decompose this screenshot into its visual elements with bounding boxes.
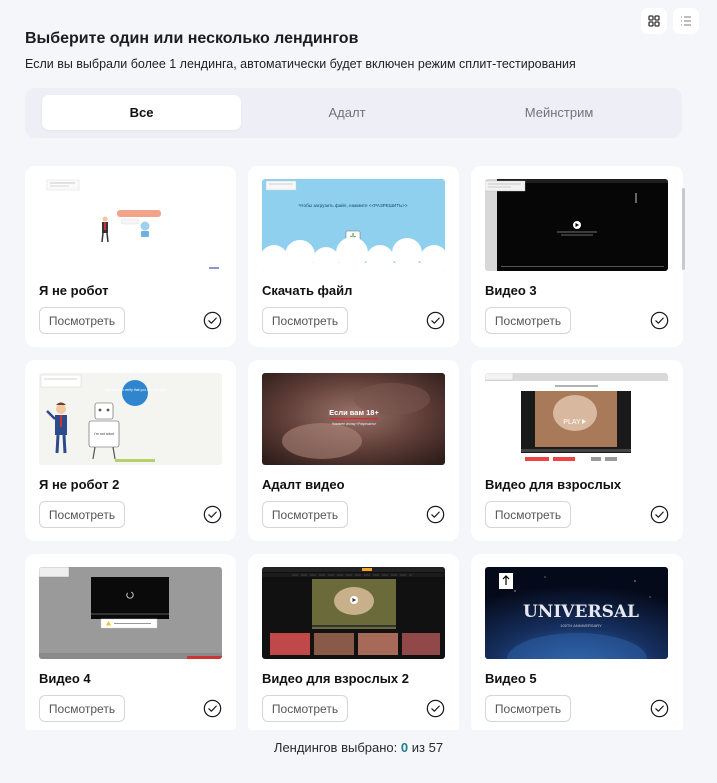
- preview-button[interactable]: Посмотреть: [39, 695, 125, 722]
- landing-name: Адалт видео: [262, 477, 345, 492]
- tab-all[interactable]: Все: [42, 95, 242, 130]
- selection-label: Лендингов выбрано:: [273, 740, 398, 755]
- total-count: 57: [428, 740, 444, 755]
- preview-button[interactable]: Посмотреть: [39, 307, 125, 334]
- landing-preview: [262, 567, 445, 659]
- svg-text:UNIVERSAL: UNIVERSAL: [523, 602, 639, 622]
- check-circle-icon[interactable]: [426, 505, 445, 524]
- landing-preview: UNIVERSAL 100TH ANNIVERSARY: [485, 567, 668, 659]
- check-circle-icon[interactable]: [650, 699, 669, 718]
- preview-button[interactable]: Посмотреть: [262, 501, 348, 528]
- preview-button[interactable]: Посмотреть: [262, 307, 348, 334]
- page-subtitle: Если вы выбрали более 1 лендинга, автома…: [25, 57, 576, 71]
- svg-text:I'm not robot: I'm not robot: [94, 432, 114, 436]
- grid-icon: [648, 15, 660, 27]
- landing-card[interactable]: Видео 3 Посмотреть: [471, 166, 683, 347]
- landing-preview: [39, 567, 222, 659]
- selection-separator: из: [411, 740, 425, 755]
- landing-card[interactable]: Type allow to verify that you are not ro…: [25, 360, 236, 541]
- preview-button[interactable]: Посмотреть: [262, 695, 348, 722]
- landing-card[interactable]: UNIVERSAL 100TH ANNIVERSARY Видео 5 Посм…: [471, 554, 683, 730]
- preview-button[interactable]: Посмотреть: [485, 307, 571, 334]
- landing-name: Видео для взрослых: [485, 477, 622, 492]
- check-circle-icon[interactable]: [203, 505, 222, 524]
- list-view-button[interactable]: [673, 8, 699, 34]
- svg-text:100TH ANNIVERSARY: 100TH ANNIVERSARY: [560, 623, 602, 628]
- check-circle-icon[interactable]: [650, 311, 669, 330]
- landing-name: Видео 4: [39, 671, 91, 686]
- landing-card[interactable]: PLAY Видео для взрослых Посмотреть: [471, 360, 683, 541]
- landing-preview: Чтобы загрузить файл, нажмите <<РАЗРЕШИТ…: [262, 179, 445, 271]
- view-toggles: [641, 8, 699, 34]
- landing-card[interactable]: Видео 4 Посмотреть: [25, 554, 236, 730]
- check-circle-icon[interactable]: [426, 311, 445, 330]
- svg-text:PLAY: PLAY: [563, 419, 581, 426]
- landing-name: Скачать файл: [262, 283, 353, 298]
- preview-button[interactable]: Посмотреть: [39, 501, 125, 528]
- landing-grid-scroll[interactable]: Я не робот Посмотреть Чтобы загрузить фа…: [25, 166, 685, 730]
- landing-name: Видео 3: [485, 283, 537, 298]
- landing-name: Я не робот 2: [39, 477, 120, 492]
- check-circle-icon[interactable]: [650, 505, 669, 524]
- check-circle-icon[interactable]: [203, 311, 222, 330]
- svg-text:Если вам 18+: Если вам 18+: [329, 408, 379, 417]
- landing-card[interactable]: Чтобы загрузить файл, нажмите <<РАЗРЕШИТ…: [248, 166, 459, 347]
- preview-button[interactable]: Посмотреть: [485, 501, 571, 528]
- landing-preview: Если вам 18+ Нажмите кнопку «Разрешить»: [262, 373, 445, 465]
- check-circle-icon[interactable]: [203, 699, 222, 718]
- preview-button[interactable]: Посмотреть: [485, 695, 571, 722]
- svg-text:Нажмите кнопку «Разрешить»: Нажмите кнопку «Разрешить»: [332, 422, 377, 426]
- svg-text:Type allow to verify that you: Type allow to verify that you are not ro…: [104, 388, 166, 392]
- category-tabs: Все Адалт Мейнстрим: [25, 88, 682, 138]
- landing-name: Видео 5: [485, 671, 537, 686]
- landing-grid: Я не робот Посмотреть Чтобы загрузить фа…: [25, 166, 685, 730]
- landing-card[interactable]: Если вам 18+ Нажмите кнопку «Разрешить» …: [248, 360, 459, 541]
- landing-preview: [39, 179, 222, 271]
- tab-adult[interactable]: Адалт: [241, 95, 453, 130]
- check-circle-icon[interactable]: [426, 699, 445, 718]
- svg-text:Чтобы загрузить файл, нажмите: Чтобы загрузить файл, нажмите <<РАЗРЕШИТ…: [298, 202, 407, 208]
- landing-card[interactable]: Я не робот Посмотреть: [25, 166, 236, 347]
- grid-view-button[interactable]: [641, 8, 667, 34]
- landing-card[interactable]: Видео для взрослых 2 Посмотреть: [248, 554, 459, 730]
- selection-summary: Лендингов выбрано: 0 из 57: [0, 740, 717, 755]
- tab-mainstream[interactable]: Мейнстрим: [453, 95, 665, 130]
- landing-name: Видео для взрослых 2: [262, 671, 409, 686]
- list-icon: [681, 16, 691, 26]
- landing-preview: PLAY: [485, 373, 668, 465]
- scrollbar-thumb[interactable]: [682, 188, 685, 270]
- landing-name: Я не робот: [39, 283, 109, 298]
- landing-preview: [485, 179, 668, 271]
- landing-preview: Type allow to verify that you are not ro…: [39, 373, 222, 465]
- page-title: Выберите один или несколько лендингов: [25, 30, 359, 47]
- selected-count: 0: [400, 740, 409, 755]
